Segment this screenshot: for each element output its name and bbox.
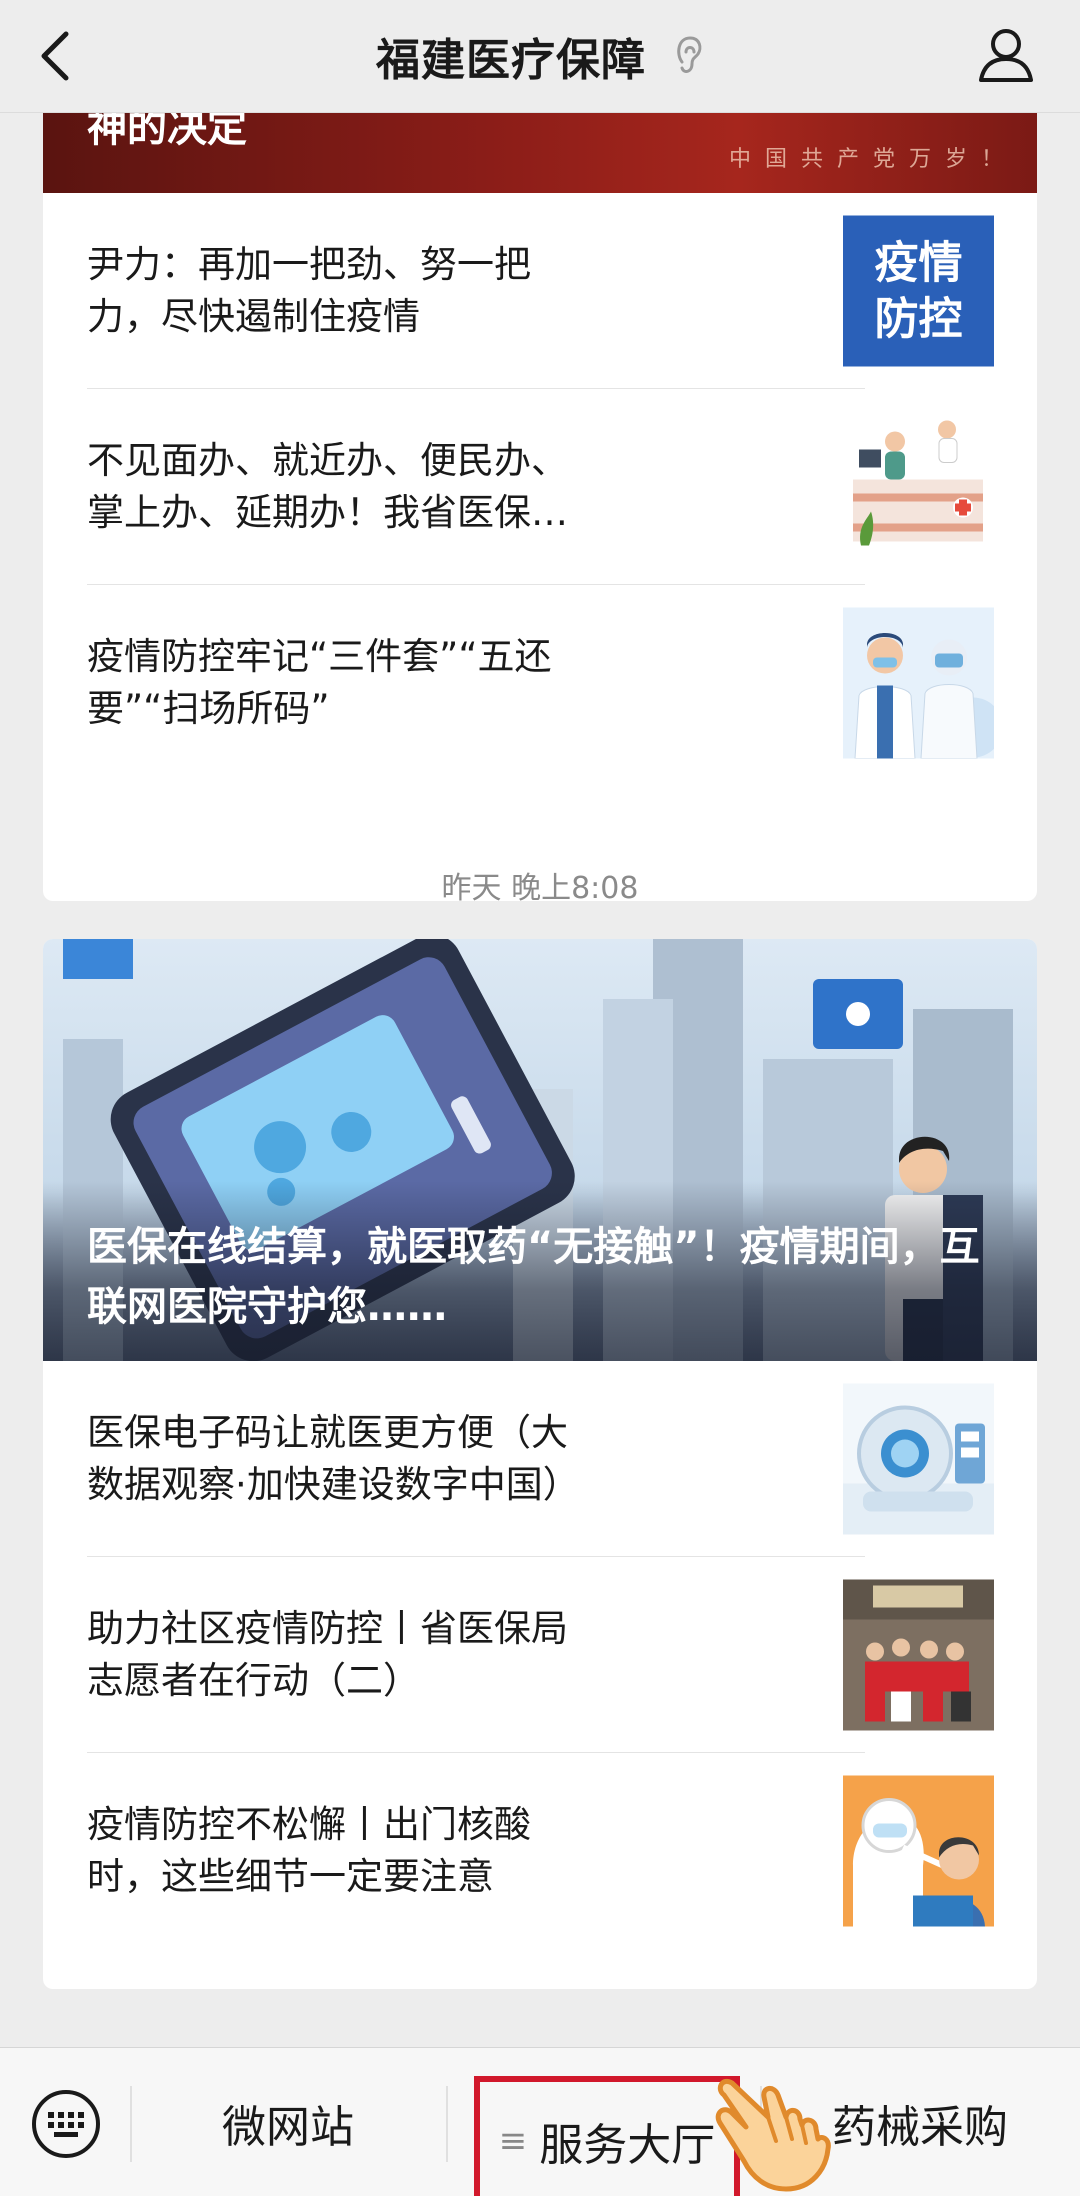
- menu-item-label: 药械采购: [832, 2101, 1008, 2153]
- menu-item-label: 微网站: [222, 2101, 354, 2153]
- article-thumbnail: [843, 1383, 994, 1535]
- article-thumbnail: [843, 607, 994, 759]
- article-title: 疫情防控不松懈丨出门核酸时，这些细节一定要注意: [87, 1803, 531, 1898]
- article-title: 尹力：再加一把劲、努一把力，尽快遏制住疫情: [87, 243, 531, 338]
- article-thumbnail: [843, 411, 994, 563]
- cover-banner-text: 中国共产党万岁！: [728, 147, 1017, 172]
- chevron-left-icon[interactable]: [30, 26, 86, 86]
- article-item[interactable]: 疫情防控牢记“三件套”“五还要”“扫场所码”: [43, 585, 1037, 781]
- bottom-menu: 微网站 ≡ 服务大厅 药械采购: [0, 2047, 1080, 2196]
- article-item[interactable]: 不见面办、就近办、便民办、掌上办、延期办！我省医保经办机构全力做…: [43, 389, 1037, 585]
- article-thumbnail: [843, 1775, 994, 1927]
- article-thumbnail: 疫情 防控: [843, 215, 994, 367]
- thumb-text: 疫情: [874, 237, 963, 288]
- message-timestamp: 昨天 晚上8:08: [441, 871, 639, 906]
- article-item[interactable]: 助力社区疫情防控丨省医保局志愿者在行动（二）: [43, 1557, 1037, 1753]
- article-cover-image[interactable]: 神的决定 中国共产党万岁！: [43, 113, 1037, 193]
- top-bar: 福建医疗保障: [0, 0, 1080, 113]
- submenu-icon: ≡: [498, 2121, 528, 2161]
- ear-icon: [677, 36, 702, 73]
- article-item[interactable]: 尹力：再加一把劲、努一把力，尽快遏制住疫情 疫情 防控: [43, 193, 1037, 389]
- article-card: 神的决定 中国共产党万岁！ 尹力：再加一把劲、努一把力，尽快遏制住疫情 疫情 防…: [43, 113, 1037, 901]
- divider: [446, 2086, 448, 2162]
- hand-pointer-icon: [715, 2079, 831, 2192]
- article-title: 医保电子码让就医更方便（大数据观察·加快建设数字中国）: [87, 1411, 580, 1506]
- cover-title: 神的决定: [87, 113, 247, 151]
- article-item[interactable]: 医保电子码让就医更方便（大数据观察·加快建设数字中国）: [43, 1361, 1037, 1557]
- page-title: 福建医疗保障: [376, 35, 646, 86]
- thumb-text: 防控: [874, 293, 963, 344]
- article-item[interactable]: 疫情防控不松懈丨出门核酸时，这些细节一定要注意: [43, 1753, 1037, 1949]
- article-card: 医保在线结算，就医取药“无接触”！疫情期间，互联网医院守护您…… 医保电子码让就…: [43, 939, 1037, 1989]
- menu-item-service-hall[interactable]: ≡ 服务大厅: [474, 2076, 740, 2196]
- menu-item-website[interactable]: 微网站: [132, 2048, 444, 2196]
- article-cover-image[interactable]: 医保在线结算，就医取药“无接触”！疫情期间，互联网医院守护您……: [43, 939, 1037, 1361]
- message-feed[interactable]: 神的决定 中国共产党万岁！ 尹力：再加一把劲、努一把力，尽快遏制住疫情 疫情 防…: [0, 113, 1080, 2047]
- article-title: 助力社区疫情防控丨省医保局志愿者在行动（二）: [87, 1607, 568, 1702]
- menu-item-label: 服务大厅: [539, 2120, 716, 2171]
- cover-title: 医保在线结算，就医取药“无接触”！疫情期间，互联网医院守护您……: [87, 1224, 980, 1330]
- keyboard-icon[interactable]: [28, 2088, 104, 2160]
- article-thumbnail: [843, 1579, 994, 1731]
- article-title: 疫情防控牢记“三件套”“五还要”“扫场所码”: [87, 635, 552, 730]
- person-icon[interactable]: [976, 24, 1036, 84]
- article-title: 不见面办、就近办、便民办、掌上办、延期办！我省医保经办机构全力做…: [87, 439, 568, 534]
